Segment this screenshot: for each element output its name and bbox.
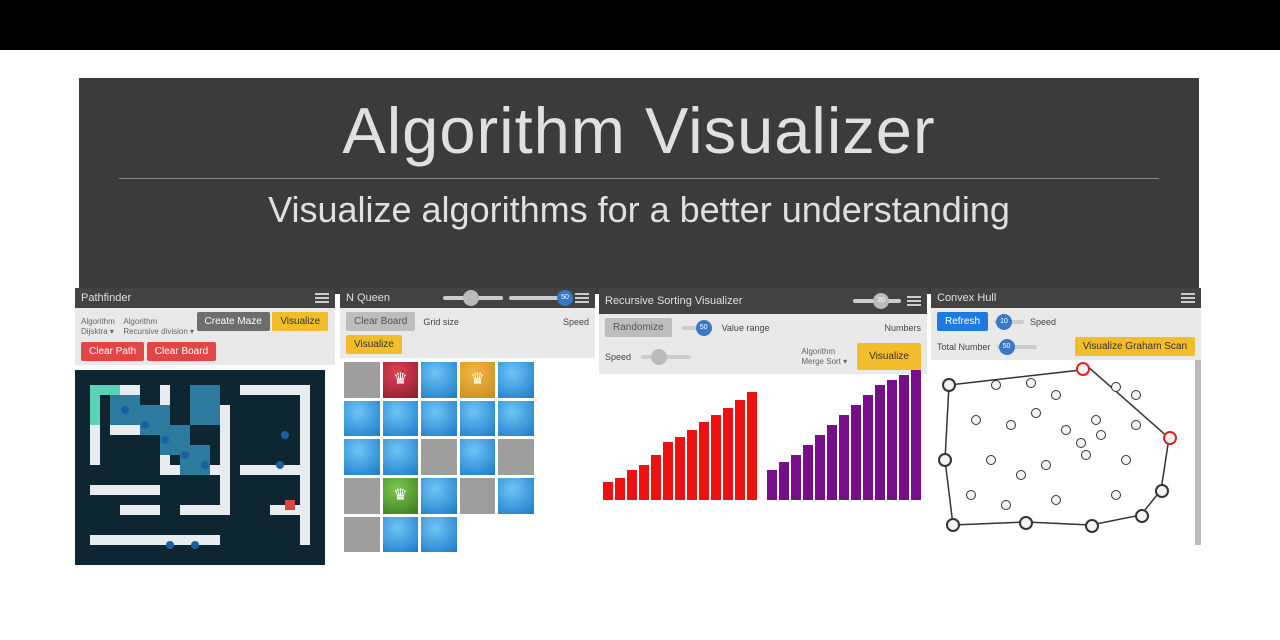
bar [603,482,613,500]
bar [875,385,885,500]
panel-pathfinder: Pathfinder Algorithm Dijsktra ▾ Algorith… [75,288,335,568]
bar [911,370,921,500]
numbers-slider[interactable]: 20 [853,299,901,303]
bar [627,470,637,500]
bar [747,392,757,500]
algo-select[interactable]: Algorithm Merge Sort ▾ [801,347,847,366]
bar [803,445,813,500]
hull-point [1076,362,1090,376]
hamburger-icon[interactable] [907,296,921,306]
nqueen-title: N Queen [346,292,390,304]
grid-size-label: Grid size [423,317,459,327]
hamburger-icon[interactable] [315,293,329,303]
panels-row: Pathfinder Algorithm Dijsktra ▾ Algorith… [75,288,1205,568]
queen-icon: ♛ [383,478,419,514]
speed-label: Speed [1030,317,1056,327]
hull-title: Convex Hull [937,292,996,304]
nq-speed-slider[interactable]: 50 [509,296,569,300]
hull-polygon [931,360,1195,545]
algo-select[interactable]: Algorithm Dijsktra ▾ [81,317,115,336]
speed-slider[interactable] [641,355,691,359]
bar [779,462,789,500]
randomize-button[interactable]: Randomize [605,318,672,337]
hull-point [942,378,956,392]
hero-title: Algorithm Visualizer [79,78,1199,168]
hull-point [1135,509,1149,523]
bar [687,430,697,500]
hull-controls: Refresh 10 Speed Total Number 50 Visuali… [931,308,1201,360]
clear-board-button[interactable]: Clear Board [147,342,216,361]
hero-banner: Algorithm Visualizer Visualize algorithm… [79,78,1199,294]
visualize-button[interactable]: Visualize [272,312,328,331]
divider [119,178,1159,179]
bar [699,422,709,500]
bar [791,455,801,500]
hamburger-icon[interactable] [1181,293,1195,303]
pathfinder-grid[interactable] [75,370,325,565]
queen-icon: ♛ [383,362,419,398]
bar [839,415,849,500]
bar [815,435,825,500]
bar [663,442,673,500]
bar [723,408,733,500]
bar [827,425,837,500]
total-label: Total Number [937,342,991,352]
create-maze-button[interactable]: Create Maze [197,312,270,331]
numbers-label: Numbers [884,323,921,333]
maze-algo-select[interactable]: Algorithm Recursive division ▾ [123,317,194,336]
panel-convex-hull: Convex Hull Refresh 10 Speed Total Numbe… [931,288,1201,568]
bar [887,380,897,500]
value-range-slider[interactable]: 50 [682,326,712,330]
panel-nqueen: N Queen 50 Clear Board Grid size Speed V… [340,288,595,568]
bar [615,478,625,500]
hamburger-icon[interactable] [575,293,589,303]
hull-point [1163,431,1177,445]
bar [899,375,909,500]
target-cell [285,500,295,510]
hero-subtitle: Visualize algorithms for a better unders… [79,189,1199,231]
hull-header: Convex Hull [931,288,1201,308]
queen-icon: ♛ [460,362,496,398]
bar [863,395,873,500]
hull-point [1085,519,1099,533]
hull-point [1155,484,1169,498]
sorting-header: Recursive Sorting Visualizer 20 [599,288,927,314]
bar [767,470,777,500]
panel-sorting: Recursive Sorting Visualizer 20 Randomiz… [599,288,927,568]
visualize-graham-button[interactable]: Visualize Graham Scan [1075,337,1195,356]
maze-svg [75,370,325,565]
nqueen-header: N Queen 50 [340,288,595,308]
speed-label: Speed [605,352,631,362]
bar [711,415,721,500]
nqueen-board[interactable]: ♛ ♛ ♛ [344,362,534,552]
hull-speed-slider[interactable]: 10 [994,320,1024,324]
speed-label: Speed [563,317,589,327]
top-blackbar [0,0,1280,50]
clear-board-button[interactable]: Clear Board [346,312,415,331]
pathfinder-controls: Algorithm Dijsktra ▾ Algorithm Recursive… [75,308,335,365]
hull-canvas[interactable] [931,360,1201,545]
pathfinder-title: Pathfinder [81,292,131,304]
visualize-button[interactable]: Visualize [857,343,921,370]
nqueen-controls: Clear Board Grid size Speed [340,308,595,335]
bar [675,437,685,500]
hull-point [938,453,952,467]
sorting-bars [599,374,927,504]
hull-point [946,518,960,532]
total-slider[interactable]: 50 [997,345,1037,349]
sorting-title: Recursive Sorting Visualizer [605,295,742,307]
bar [851,405,861,500]
refresh-button[interactable]: Refresh [937,312,988,331]
clear-path-button[interactable]: Clear Path [81,342,144,361]
pathfinder-header: Pathfinder [75,288,335,308]
grid-size-slider[interactable] [443,296,503,300]
value-range-label: Value range [722,323,770,333]
visualize-button[interactable]: Visualize [346,335,402,354]
sorting-controls: Randomize 50 Value range Numbers Speed A… [599,314,927,374]
hull-point [1019,516,1033,530]
bar [651,455,661,500]
bar [639,465,649,500]
bar [735,400,745,500]
nqueen-controls-2: Visualize [340,335,595,358]
